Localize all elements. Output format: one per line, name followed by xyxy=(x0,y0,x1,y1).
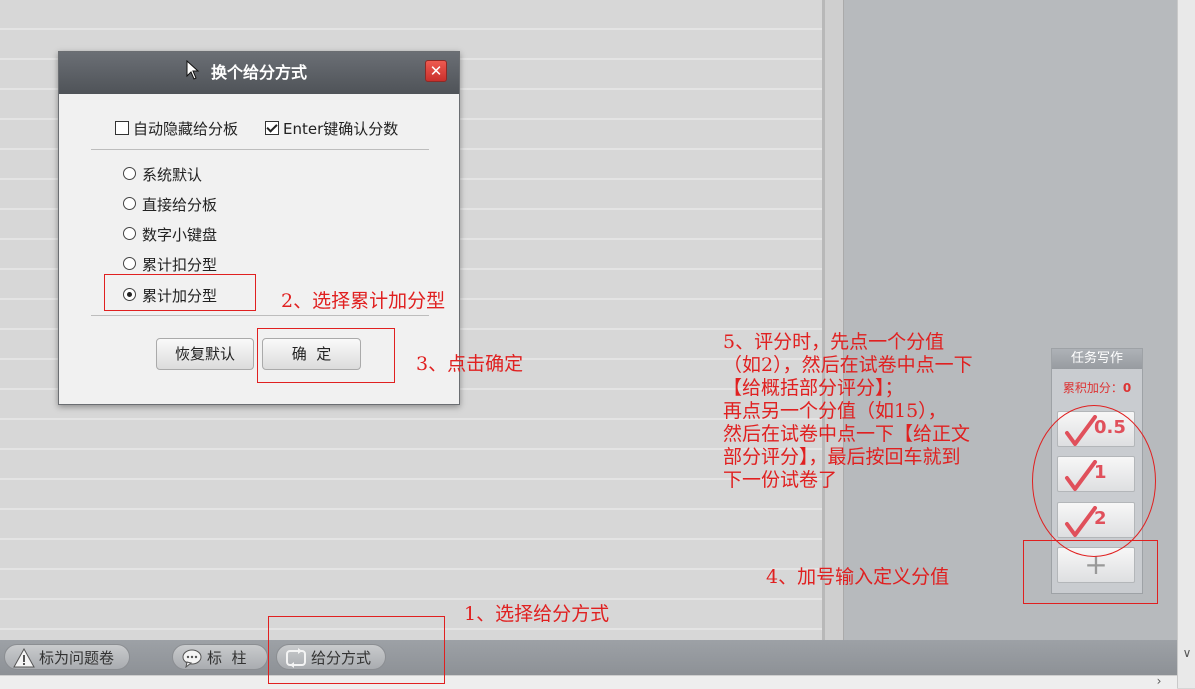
auto-hide-checkbox[interactable]: 自动隐藏给分板 xyxy=(115,118,238,139)
checkbox-box-checked[interactable] xyxy=(265,121,279,135)
radio-cumulative-deduct[interactable]: 累计扣分型 xyxy=(123,254,217,275)
accumulated-score-label: 累积加分： xyxy=(1062,381,1123,395)
warning-icon xyxy=(13,648,35,668)
highlight-box-confirm xyxy=(257,328,395,383)
bottom-toolbar: 标为问题卷 标 柱 给分方式 xyxy=(0,640,1177,675)
enter-confirm-label: Enter键确认分数 xyxy=(283,120,399,138)
scroll-right-arrow-icon[interactable]: › xyxy=(1150,674,1168,688)
score-panel-title: 任务写作 xyxy=(1052,349,1142,369)
mark-post-button[interactable]: 标 柱 xyxy=(172,644,268,670)
accumulated-score: 累积加分：0 xyxy=(1052,379,1142,396)
divider xyxy=(91,315,429,316)
auto-hide-label: 自动隐藏给分板 xyxy=(133,120,239,138)
radio-numeric-keypad[interactable]: 数字小键盘 xyxy=(123,224,217,245)
mark-problem-paper-button[interactable]: 标为问题卷 xyxy=(4,644,130,670)
annotation-step-3: 3、点击确定 xyxy=(416,353,524,375)
enter-confirm-checkbox[interactable]: Enter键确认分数 xyxy=(265,118,398,139)
radio-direct-score-board[interactable]: 直接给分板 xyxy=(123,194,217,215)
mouse-cursor-icon xyxy=(186,60,200,80)
annotation-step-5: 5、评分时，先点一个分值 （如2），然后在试卷中点一下 【给概括部分评分】； 再… xyxy=(723,331,973,491)
panel-divider-secondary xyxy=(825,0,844,640)
close-icon[interactable]: ✕ xyxy=(425,60,447,82)
annotation-step-1: 1、选择给分方式 xyxy=(464,603,610,625)
radio-label: 直接给分板 xyxy=(142,196,218,214)
mark-problem-paper-label: 标为问题卷 xyxy=(39,649,115,667)
dialog-title: 换个给分方式 xyxy=(210,63,307,82)
highlight-box-scoring-method xyxy=(268,616,445,684)
radio-label: 系统默认 xyxy=(142,166,203,184)
annotation-step-4: 4、加号输入定义分值 xyxy=(766,566,950,588)
radio-system-default[interactable]: 系统默认 xyxy=(123,164,202,185)
radio-button[interactable] xyxy=(123,197,136,210)
checkbox-box[interactable] xyxy=(115,121,129,135)
radio-button[interactable] xyxy=(123,167,136,180)
restore-default-button[interactable]: 恢复默认 xyxy=(156,338,254,370)
radio-button[interactable] xyxy=(123,257,136,270)
vertical-scrollbar[interactable]: ∨ xyxy=(1177,0,1195,688)
radio-button[interactable] xyxy=(123,227,136,240)
highlight-circle-score-buttons xyxy=(1032,405,1156,557)
divider xyxy=(91,149,429,150)
radio-label: 累计扣分型 xyxy=(142,256,218,274)
comment-icon xyxy=(182,649,202,668)
dialog-titlebar[interactable]: 换个给分方式 ✕ xyxy=(59,52,459,94)
radio-label: 数字小键盘 xyxy=(142,226,218,244)
highlight-box-radio xyxy=(104,274,256,311)
scroll-down-arrow-icon[interactable]: ∨ xyxy=(1178,643,1195,663)
annotation-step-2: 2、选择累计加分型 xyxy=(281,290,446,312)
accumulated-score-value: 0 xyxy=(1122,381,1132,395)
mark-post-label: 标 柱 xyxy=(207,649,247,667)
horizontal-scrollbar[interactable]: › xyxy=(0,674,1177,689)
